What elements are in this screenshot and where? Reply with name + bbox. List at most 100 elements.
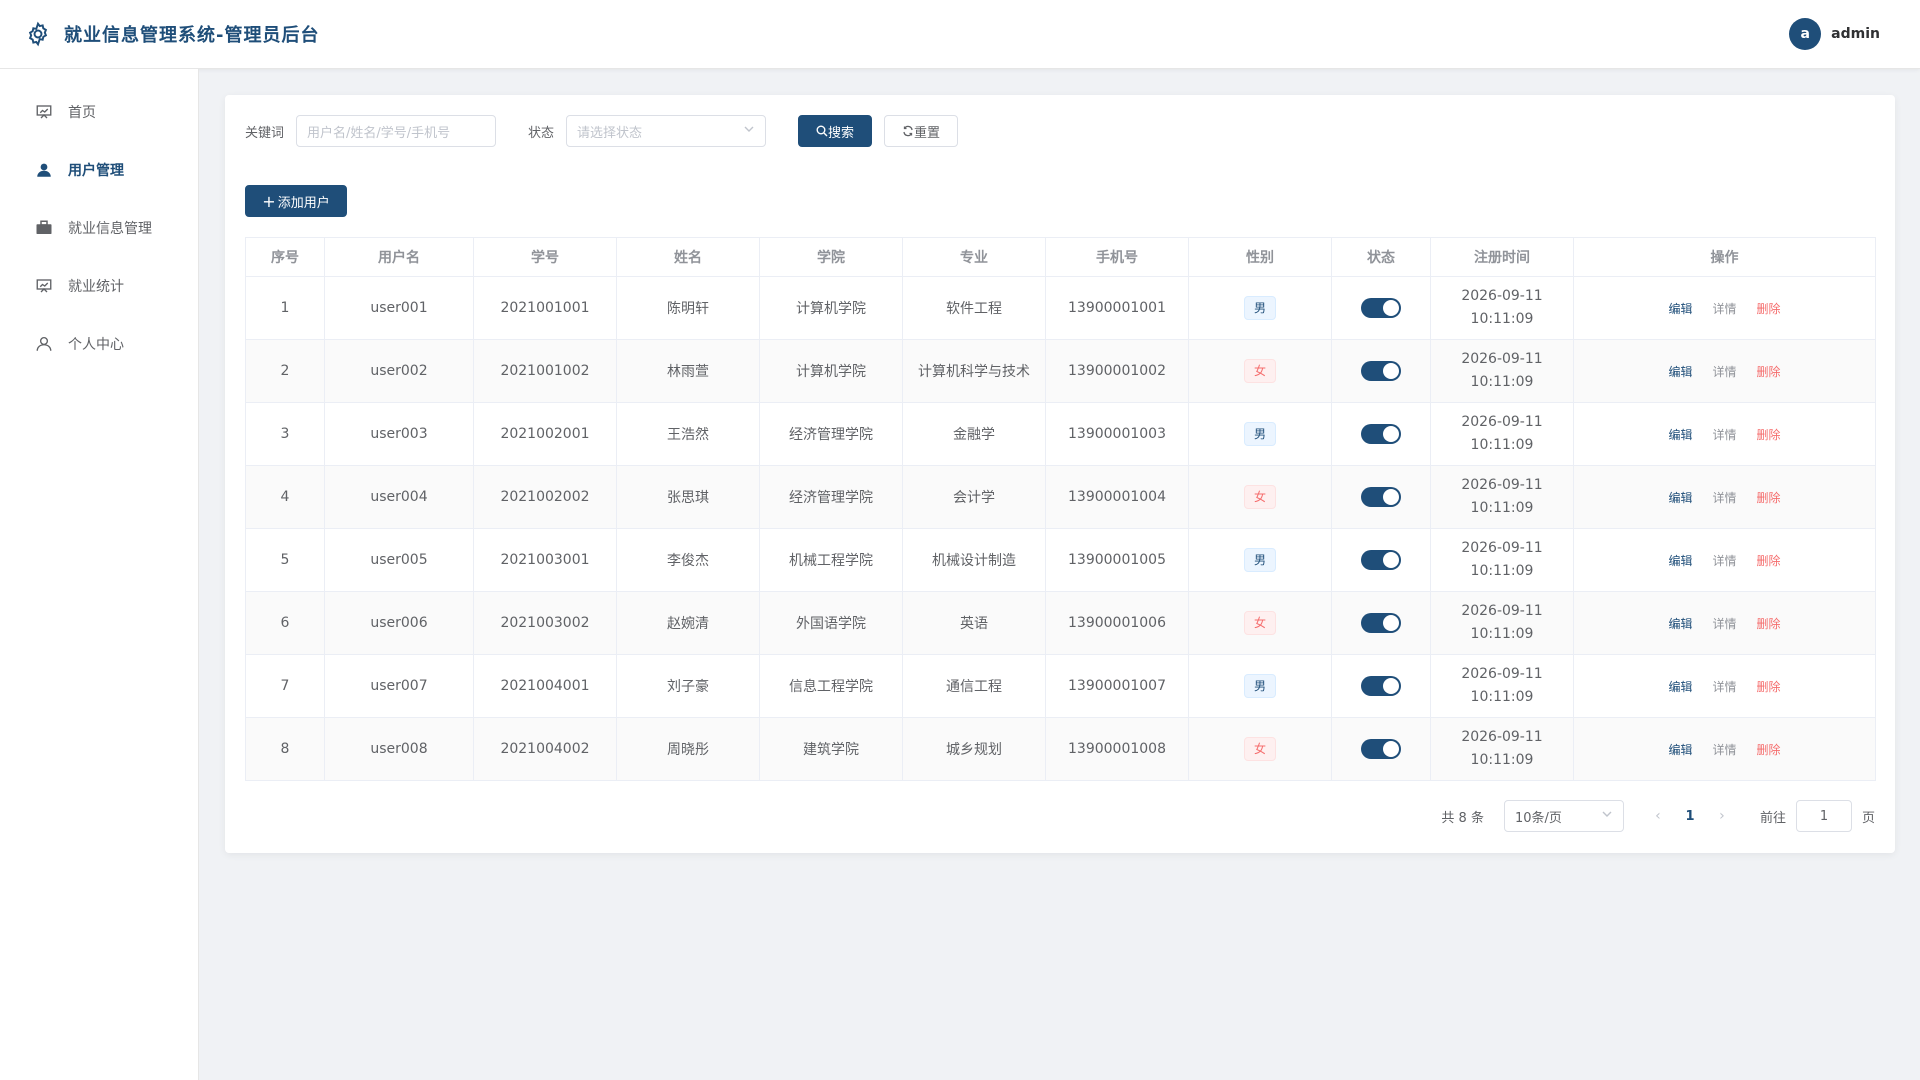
row-college: 经济管理学院 [789,427,873,443]
edit-link[interactable]: 编辑 [1668,489,1692,506]
detail-link[interactable]: 详情 [1712,489,1736,506]
status-toggle[interactable] [1361,298,1401,318]
sidebar-item-users[interactable]: 用户管理 [0,141,198,199]
row-major: 金融学 [953,427,995,443]
cell-status [1331,465,1431,529]
sidebar-item-home[interactable]: 首页 [0,83,198,141]
status-toggle[interactable] [1361,676,1401,696]
detail-link[interactable]: 详情 [1712,741,1736,758]
cell-index: 1 [245,276,325,340]
status-placeholder: 请选择状态 [577,125,643,141]
sidebar-item-profile[interactable]: 个人中心 [0,315,198,373]
delete-link[interactable]: 删除 [1757,300,1781,317]
status-toggle[interactable] [1361,487,1401,507]
cell-major: 金融学 [902,402,1046,466]
cell-name: 刘子豪 [616,654,760,718]
delete-link[interactable]: 删除 [1757,615,1781,632]
row-college: 计算机学院 [796,364,866,380]
reset-button[interactable]: 重置 [884,115,959,147]
reg-date: 2026-09-11 [1461,477,1543,493]
goto-prefix: 前往 [1759,810,1786,826]
status-toggle[interactable] [1361,613,1401,633]
column-header: 用户名 [324,237,474,277]
gender-tag: 男 [1244,548,1276,572]
reg-date: 2026-09-11 [1461,540,1543,556]
delete-link[interactable]: 删除 [1757,741,1781,758]
user-menu[interactable]: a admin [1789,18,1880,50]
row-phone: 13900001001 [1068,300,1166,316]
user-management-card: 关键词 用户名/姓名/学号/手机号 状态 请选择状态 搜索 重置 + 添加用户 [225,95,1895,853]
detail-link[interactable]: 详情 [1712,678,1736,695]
status-toggle[interactable] [1361,424,1401,444]
row-college: 建筑学院 [803,742,859,758]
keyword-input[interactable]: 用户名/姓名/学号/手机号 [296,115,497,147]
table-row: 3 user003 2021002001 王浩然 经济管理学院 金融学 1390000100… [245,402,1876,466]
detail-link[interactable]: 详情 [1712,615,1736,632]
next-page-icon[interactable]: › [1708,808,1736,824]
reg-date: 2026-09-11 [1461,414,1543,430]
sidebar-item-statistics[interactable]: 就业统计 [0,257,198,315]
row-phone: 13900001002 [1068,363,1166,379]
status-toggle[interactable] [1361,550,1401,570]
edit-link[interactable]: 编辑 [1668,363,1692,380]
row-username: user001 [370,300,428,316]
cell-major: 会计学 [902,465,1046,529]
cell-college: 外国语学院 [759,591,903,655]
row-index: 6 [280,615,290,631]
table-row: 1 user001 2021001001 陈明轩 计算机学院 软件工程 1390000100… [245,276,1876,340]
reg-time: 10:11:09 [1470,626,1534,642]
page-size-value: 10条/页 [1514,810,1562,826]
row-name: 李俊杰 [667,553,709,569]
status-select[interactable]: 请选择状态 [566,115,767,147]
edit-link[interactable]: 编辑 [1668,615,1692,632]
cell-major: 机械设计制造 [902,528,1046,592]
edit-link[interactable]: 编辑 [1668,552,1692,569]
delete-link[interactable]: 删除 [1757,552,1781,569]
user-table: 序号 用户名 学号 姓名 学院 专业 手机号 性别 状态 注册时间 操作 1 us… [245,237,1876,781]
column-header: 手机号 [1045,237,1189,277]
detail-link[interactable]: 详情 [1712,552,1736,569]
username[interactable]: admin [1831,26,1880,42]
delete-link[interactable]: 删除 [1757,678,1781,695]
cell-phone: 13900001003 [1045,402,1189,466]
edit-link[interactable]: 编辑 [1668,300,1692,317]
edit-link[interactable]: 编辑 [1668,426,1692,443]
status-toggle[interactable] [1361,739,1401,759]
table-row: 4 user004 2021002002 张思琪 经济管理学院 会计学 1390000100… [245,465,1876,529]
cell-status [1331,654,1431,718]
detail-link[interactable]: 详情 [1712,363,1736,380]
search-button[interactable]: 搜索 [798,115,873,147]
cell-gender: 女 [1188,339,1332,403]
cell-phone: 13900001006 [1045,591,1189,655]
add-user-button[interactable]: + 添加用户 [245,185,347,217]
edit-link[interactable]: 编辑 [1668,678,1692,695]
delete-link[interactable]: 删除 [1757,426,1781,443]
prev-page-icon[interactable]: ‹ [1644,808,1672,824]
delete-link[interactable]: 删除 [1757,363,1781,380]
row-major: 通信工程 [946,679,1002,695]
row-phone: 13900001004 [1068,489,1166,505]
cell-index: 4 [245,465,325,529]
delete-link[interactable]: 删除 [1757,489,1781,506]
avatar[interactable]: a [1789,18,1822,50]
cell-student-id: 2021004001 [473,654,617,718]
reg-date: 2026-09-11 [1461,729,1543,745]
reg-time: 10:11:09 [1470,752,1534,768]
cell-username: user008 [324,717,474,781]
cell-index: 3 [245,402,325,466]
detail-link[interactable]: 详情 [1712,426,1736,443]
cell-name: 王浩然 [616,402,760,466]
cell-major: 英语 [902,591,1046,655]
row-username: user008 [370,741,428,757]
cell-student-id: 2021004002 [473,717,617,781]
sidebar-item-employment-info[interactable]: 就业信息管理 [0,199,198,257]
detail-link[interactable]: 详情 [1712,300,1736,317]
goto-page-input[interactable]: 1 [1795,800,1852,832]
chevron-down-icon [743,123,755,139]
plus-icon: + [262,191,276,211]
page-number[interactable]: 1 [1672,809,1708,824]
edit-link[interactable]: 编辑 [1668,741,1692,758]
status-toggle[interactable] [1361,361,1401,381]
cell-college: 计算机学院 [759,276,903,340]
page-size-select[interactable]: 10条/页 [1503,800,1624,832]
